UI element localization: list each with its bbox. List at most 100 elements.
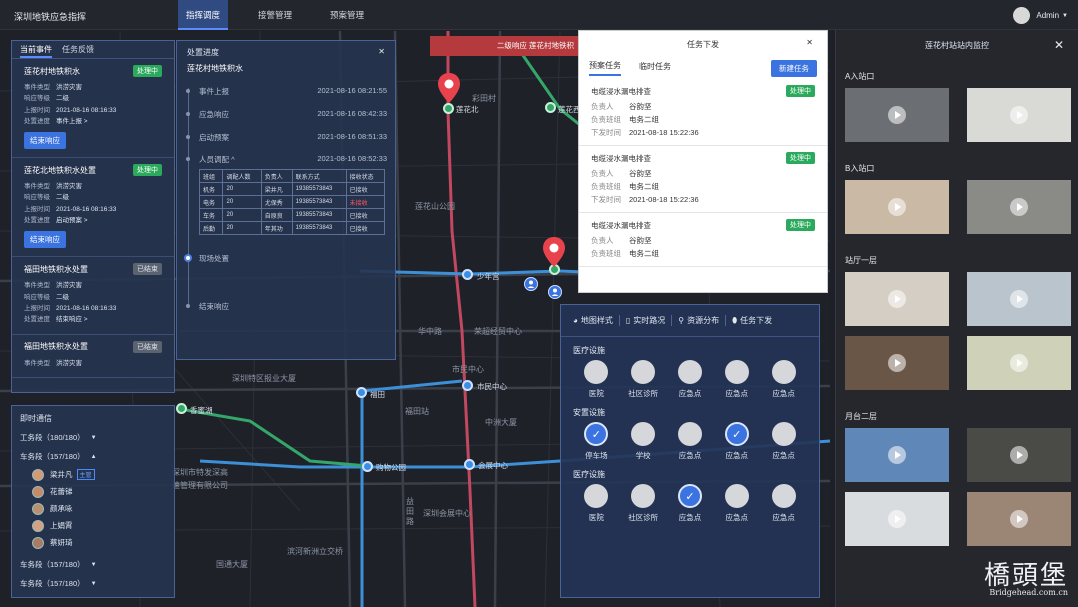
- member-item[interactable]: 上娟霄: [12, 517, 174, 534]
- member-item[interactable]: 颜承咏: [12, 500, 174, 517]
- play-icon[interactable]: [888, 354, 906, 372]
- play-icon[interactable]: [888, 106, 906, 124]
- checkbox-unchecked-icon[interactable]: [631, 422, 656, 446]
- tab-live-traffic[interactable]: ▯ 实时路况: [620, 315, 673, 326]
- tab-plan-tasks[interactable]: 预案任务: [589, 60, 621, 76]
- station-marker[interactable]: [462, 269, 473, 280]
- alarm-banner[interactable]: 二级响应 莲花村地铁积: [430, 36, 578, 56]
- camera-thumbnail[interactable]: [967, 88, 1071, 142]
- checkbox-unchecked-icon[interactable]: [631, 360, 656, 384]
- event-card[interactable]: 福田地铁积水处置 已结束 事件类型 洪涝灾害 响应等级 二级 上报时间 2021-08…: [12, 257, 174, 335]
- event-progress-link[interactable]: 启动预案 >: [56, 217, 88, 224]
- station-marker[interactable]: [443, 103, 454, 114]
- event-card[interactable]: 莲花北地铁积水处置 处理中 事件类型 洪涝灾害 响应等级 二级 上报时间 2021-0…: [12, 158, 174, 258]
- checkbox-unchecked-icon[interactable]: [724, 484, 749, 508]
- event-card[interactable]: 莲花村地铁积水 处理中 事件类型 洪涝灾害 响应等级 二级 上报时间 2021-08-…: [12, 59, 174, 159]
- station-marker[interactable]: [545, 102, 556, 113]
- layer-toggle[interactable]: 应急点: [667, 422, 714, 461]
- event-card[interactable]: 福田地铁积水处置 已结束 事件类型 洪涝灾害: [12, 335, 174, 378]
- event-progress-link[interactable]: 结束响应 >: [56, 316, 88, 323]
- layer-toggle[interactable]: 应急点: [713, 484, 760, 523]
- layer-toggle[interactable]: 应急点: [667, 360, 714, 399]
- member-item[interactable]: 花蕾锑: [12, 483, 174, 500]
- layer-toggle[interactable]: 应急点: [713, 360, 760, 399]
- task-card[interactable]: 电缆浸水漏电排查 处理中 负责人 谷韵坚 负责班组 电务二组 下发时间 2021-08-…: [579, 146, 827, 213]
- nav-tab-plan[interactable]: 预案管理: [322, 0, 372, 30]
- tab-resource-distribution[interactable]: ⚲ 资源分布: [672, 315, 727, 326]
- group-toggle[interactable]: 工务段（180/180） ▼: [12, 428, 174, 447]
- group-toggle[interactable]: 车务段（157/180） ▼: [12, 574, 174, 593]
- play-icon[interactable]: [1010, 446, 1028, 464]
- play-icon[interactable]: [888, 198, 906, 216]
- close-icon[interactable]: ✕: [806, 37, 813, 49]
- camera-thumbnail[interactable]: [967, 492, 1071, 546]
- station-marker[interactable]: [462, 380, 473, 391]
- end-response-button[interactable]: 结束响应: [24, 231, 66, 249]
- camera-thumbnail[interactable]: [967, 336, 1071, 390]
- tab-temp-tasks[interactable]: 临时任务: [639, 61, 671, 75]
- checkbox-unchecked-icon[interactable]: [677, 360, 702, 384]
- user-menu[interactable]: Admin ▼: [1013, 7, 1068, 24]
- avatar[interactable]: [1013, 7, 1031, 24]
- layer-toggle[interactable]: ✓ 停车场: [573, 422, 620, 461]
- checkbox-unchecked-icon[interactable]: [771, 422, 796, 446]
- station-marker[interactable]: [464, 459, 475, 470]
- station-marker[interactable]: [356, 387, 367, 398]
- layer-toggle[interactable]: ✓ 应急点: [713, 422, 760, 461]
- member-item[interactable]: 梁井凡 主管: [12, 466, 174, 483]
- camera-thumbnail[interactable]: [967, 272, 1071, 326]
- layer-toggle[interactable]: 应急点: [760, 360, 807, 399]
- member-item[interactable]: 蔡妍琦: [12, 534, 174, 551]
- person-marker-icon[interactable]: [548, 285, 562, 299]
- checkbox-checked-icon[interactable]: ✓: [677, 484, 702, 508]
- new-task-button[interactable]: 新建任务: [771, 59, 817, 77]
- layer-toggle[interactable]: 学校: [620, 422, 667, 461]
- layer-toggle[interactable]: ✓ 应急点: [667, 484, 714, 523]
- user-name[interactable]: Admin: [1036, 11, 1059, 20]
- nav-tab-alarm[interactable]: 接警管理: [250, 0, 300, 30]
- checkbox-unchecked-icon[interactable]: [771, 484, 796, 508]
- checkbox-checked-icon[interactable]: ✓: [584, 422, 609, 446]
- layer-toggle[interactable]: 社区诊所: [620, 484, 667, 523]
- map-pin-icon[interactable]: [542, 236, 566, 268]
- task-card[interactable]: 电缆浸水漏电排查 处理中 负责人 谷韵坚 负责班组 电务二组 下发时间 2021-08-…: [579, 79, 827, 146]
- checkbox-checked-icon[interactable]: ✓: [724, 422, 749, 446]
- camera-thumbnail[interactable]: [967, 428, 1071, 482]
- task-card[interactable]: 电缆浸水漏电排查 处理中 负责人 谷韵坚 负责班组 电务二组: [579, 213, 827, 267]
- layer-toggle[interactable]: 应急点: [760, 422, 807, 461]
- tab-task-feedback[interactable]: 任务反馈: [62, 41, 94, 58]
- play-icon[interactable]: [888, 510, 906, 528]
- camera-thumbnail[interactable]: [845, 272, 949, 326]
- group-toggle[interactable]: 车务段（157/180） ▲: [12, 447, 174, 466]
- play-icon[interactable]: [1010, 106, 1028, 124]
- person-marker-icon[interactable]: [524, 277, 538, 291]
- camera-thumbnail[interactable]: [845, 336, 949, 390]
- play-icon[interactable]: [1010, 290, 1028, 308]
- station-marker[interactable]: [176, 403, 187, 414]
- layer-toggle[interactable]: 医院: [573, 484, 620, 523]
- close-icon[interactable]: ✕: [1054, 39, 1064, 51]
- camera-thumbnail[interactable]: [967, 180, 1071, 234]
- close-icon[interactable]: ✕: [378, 46, 385, 58]
- play-icon[interactable]: [1010, 354, 1028, 372]
- layer-toggle[interactable]: 社区诊所: [620, 360, 667, 399]
- camera-thumbnail[interactable]: [845, 88, 949, 142]
- checkbox-unchecked-icon[interactable]: [771, 360, 796, 384]
- tab-current-events[interactable]: 当前事件: [20, 41, 52, 58]
- layer-toggle[interactable]: 医院: [573, 360, 620, 399]
- map-pin-icon[interactable]: [437, 72, 461, 104]
- camera-thumbnail[interactable]: [845, 492, 949, 546]
- group-toggle[interactable]: 车务段（157/180） ▼: [12, 555, 174, 574]
- nav-tab-dispatch[interactable]: 指挥调度: [178, 0, 229, 30]
- event-progress-link[interactable]: 事件上报 >: [56, 118, 88, 125]
- play-icon[interactable]: [888, 446, 906, 464]
- play-icon[interactable]: [888, 290, 906, 308]
- tab-map-style[interactable]: ◕ 地图样式: [567, 315, 620, 326]
- end-response-button[interactable]: 结束响应: [24, 132, 66, 150]
- caret-down-icon[interactable]: ▼: [1062, 13, 1068, 19]
- checkbox-unchecked-icon[interactable]: [677, 422, 702, 446]
- play-icon[interactable]: [1010, 510, 1028, 528]
- layer-toggle[interactable]: 应急点: [760, 484, 807, 523]
- checkbox-unchecked-icon[interactable]: [724, 360, 749, 384]
- tab-task-dispatch[interactable]: ⬮ 任务下发: [726, 315, 778, 326]
